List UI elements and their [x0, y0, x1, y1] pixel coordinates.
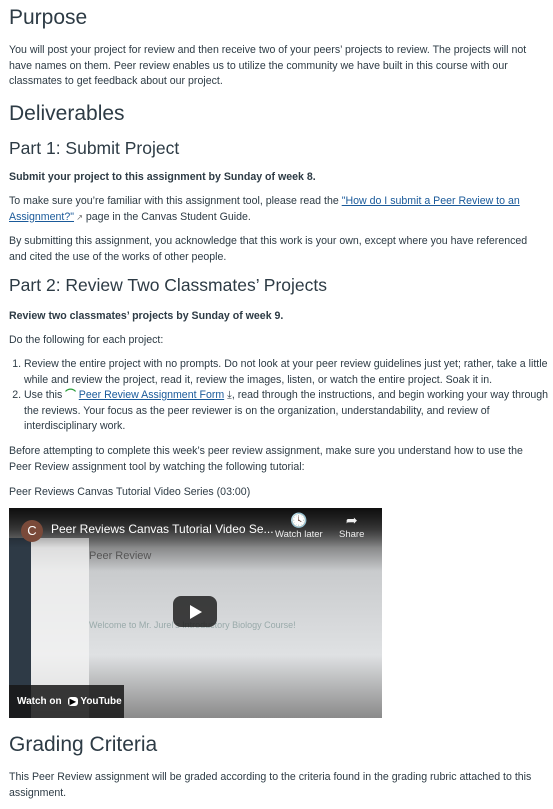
share-label: Share	[339, 529, 365, 540]
before-video-text: Before attempting to complete this week’…	[9, 445, 523, 473]
frame-heading: Peer Review	[89, 550, 152, 562]
channel-avatar[interactable]: C	[21, 520, 43, 542]
part1-instructions: To make sure you’re familiar with this a…	[9, 194, 547, 225]
grading-text: This Peer Review assignment will be grad…	[9, 771, 532, 799]
purpose-text: You will post your project for review an…	[9, 44, 527, 87]
step-2: Use this ⌒ Peer Review Assignment Form ⤓…	[24, 388, 553, 435]
part2-heading: Part 2: Review Two Classmates’ Projects	[9, 275, 328, 295]
play-button[interactable]	[173, 596, 217, 627]
deliverables-heading: Deliverables	[9, 102, 125, 125]
text: To make sure you’re familiar with this a…	[9, 195, 342, 207]
part2-intro: Do the following for each project:	[9, 334, 164, 346]
video-label: Peer Reviews Canvas Tutorial Video Serie…	[9, 486, 251, 498]
part1-acknowledgement: By submitting this assignment, you ackno…	[9, 235, 528, 263]
watch-on-youtube-button[interactable]: Watch on ▶ YouTube	[9, 685, 124, 718]
watch-on-label: Watch on	[17, 696, 62, 707]
part1-heading: Part 1: Submit Project	[9, 138, 180, 158]
watch-later-button[interactable]: 🕓 Watch later	[275, 512, 323, 540]
watch-later-label: Watch later	[275, 529, 323, 540]
external-link-icon: ↗	[74, 212, 83, 222]
part2-deadline: Review two classmates’ projects by Sunda…	[9, 310, 284, 322]
step-1: Review the entire project with no prompt…	[24, 357, 553, 388]
youtube-logo: ▶ YouTube	[67, 696, 122, 707]
video-title[interactable]: Peer Reviews Canvas Tutorial Video Se...	[51, 522, 274, 536]
text: page in the Canvas Student Guide.	[82, 210, 251, 223]
google-drive-icon: ⌒	[65, 389, 79, 401]
youtube-video-embed[interactable]: Peer Review Welcome to Mr. Jurel's Intro…	[9, 508, 382, 718]
part1-deadline: Submit your project to this assignment b…	[9, 171, 316, 183]
purpose-heading: Purpose	[9, 6, 88, 29]
clock-icon: 🕓	[290, 512, 308, 528]
grading-heading: Grading Criteria	[9, 733, 158, 756]
share-icon: ➦	[345, 512, 358, 528]
text: Use this	[24, 389, 66, 401]
peer-review-form-link[interactable]: Peer Review Assignment Form	[79, 389, 224, 401]
share-button[interactable]: ➦ Share	[339, 512, 364, 540]
review-steps: Review the entire project with no prompt…	[9, 357, 553, 435]
